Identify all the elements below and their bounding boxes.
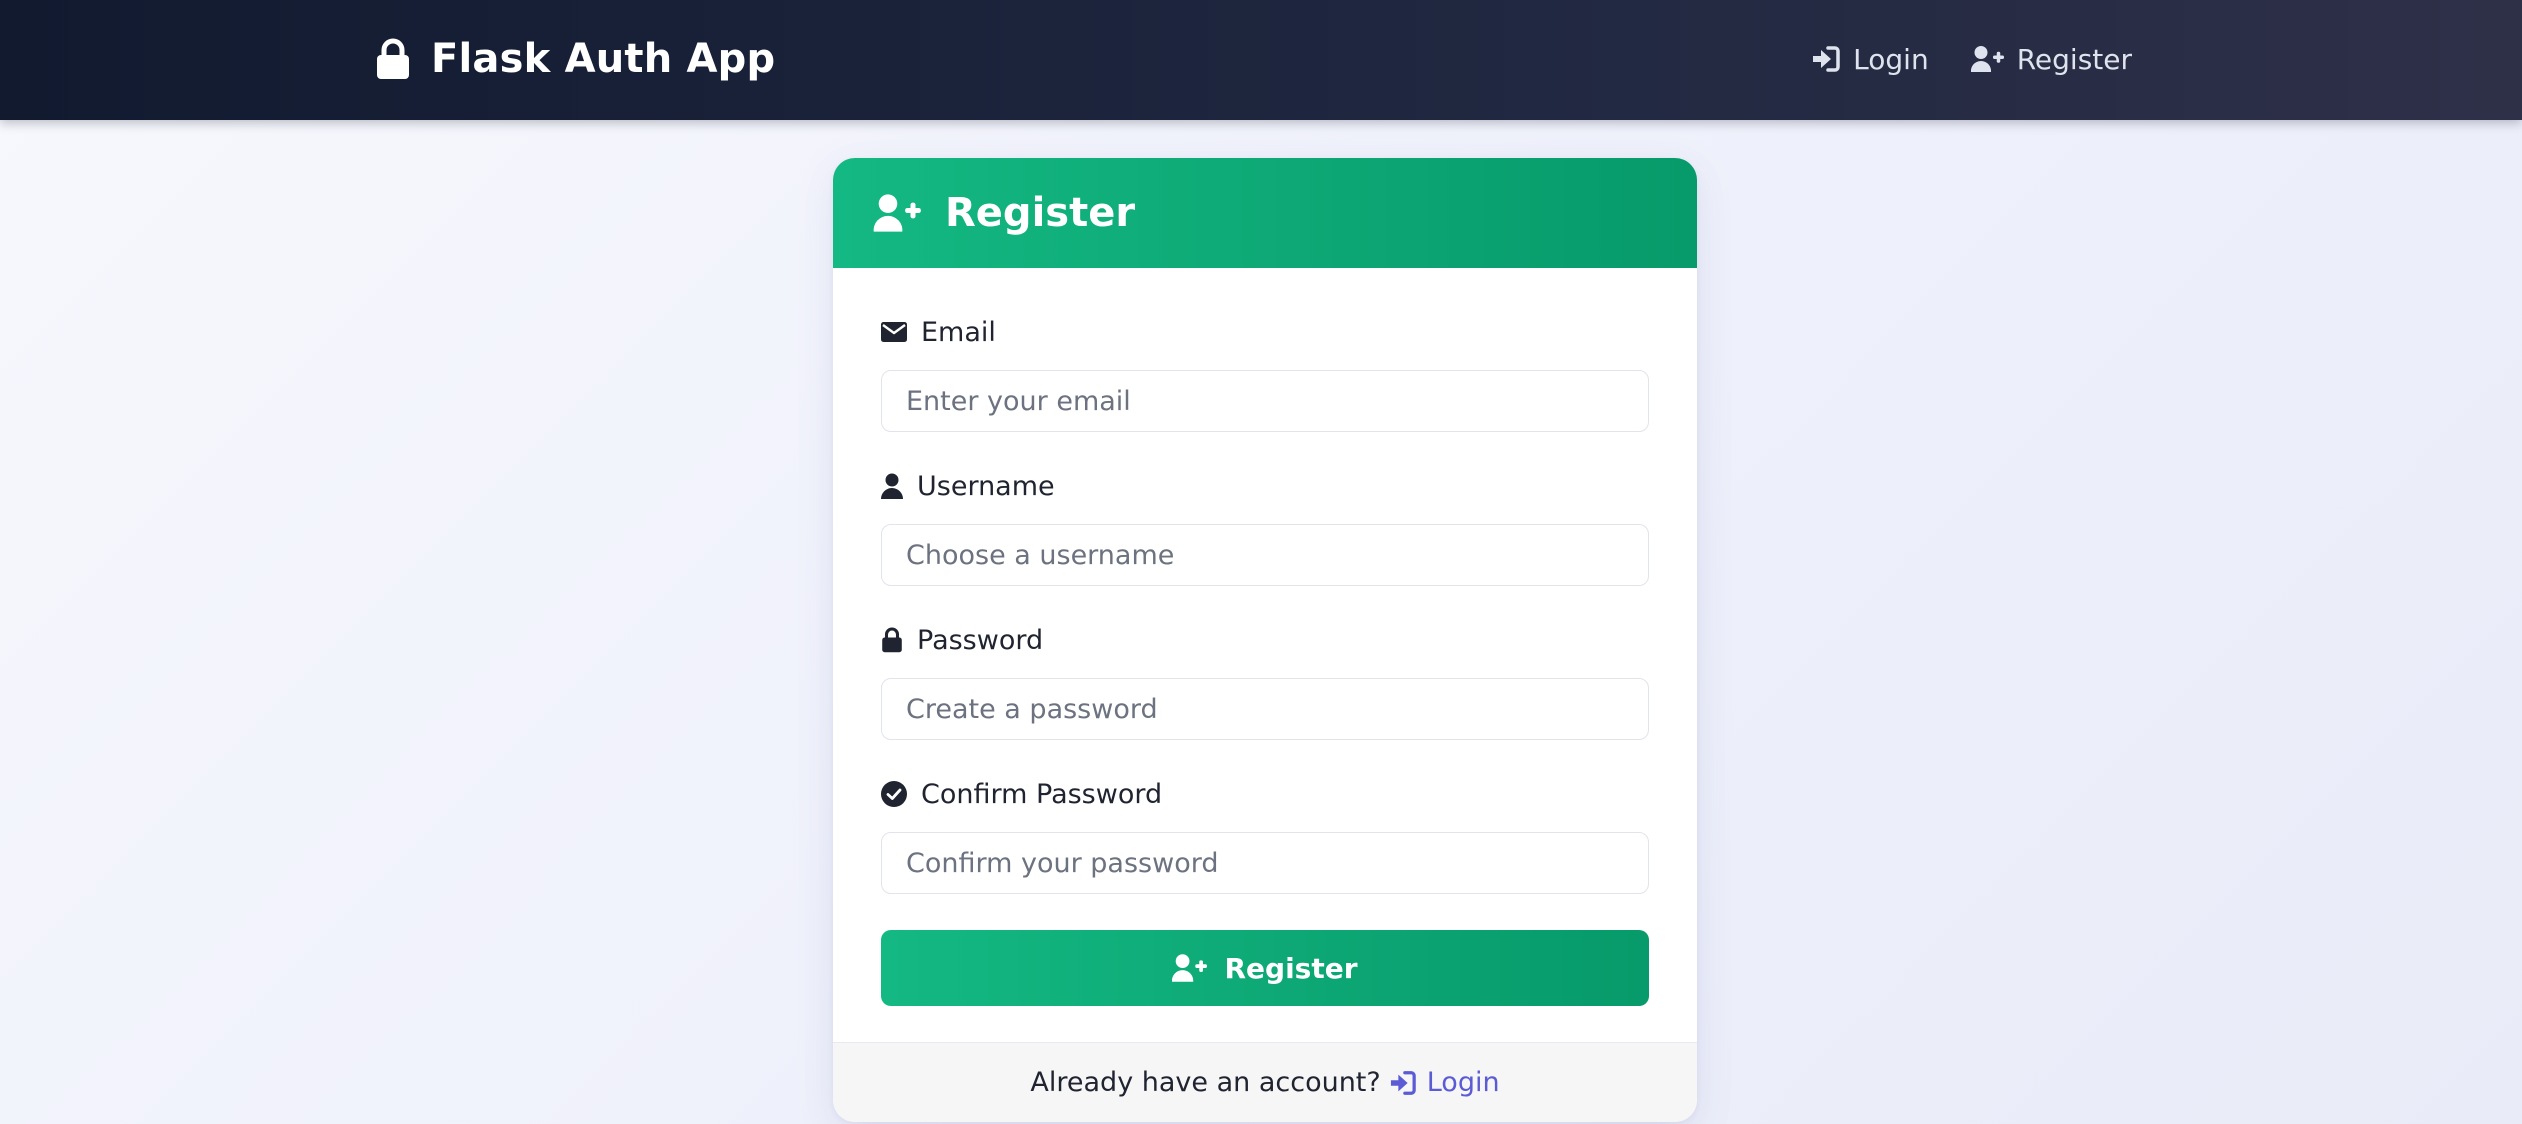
user-plus-icon: [873, 193, 923, 233]
username-input[interactable]: [881, 524, 1649, 586]
password-label: Password: [881, 622, 1649, 658]
email-input[interactable]: [881, 370, 1649, 432]
register-form: Email Username: [833, 268, 1697, 1006]
card-header: Register: [833, 158, 1697, 268]
user-plus-icon: [1970, 45, 2005, 73]
password-field-group: Password: [881, 622, 1649, 740]
username-label-text: Username: [917, 470, 1055, 502]
register-submit-label: Register: [1224, 951, 1358, 985]
password-label-text: Password: [917, 624, 1044, 656]
nav-login-label: Login: [1853, 42, 1929, 76]
username-label: Username: [881, 468, 1649, 504]
nav-login-link[interactable]: Login: [1811, 43, 1929, 76]
footer-text: Already have an account?: [1030, 1067, 1381, 1098]
nav-register-label: Register: [2016, 42, 2132, 76]
brand-title: Flask Auth App: [431, 36, 776, 82]
sign-in-icon: [1389, 1070, 1417, 1096]
card-title: Register: [945, 190, 1136, 236]
user-icon: [881, 473, 903, 499]
email-label-text: Email: [921, 316, 996, 348]
check-circle-icon: [881, 781, 907, 807]
card-footer: Already have an account? Login: [833, 1042, 1697, 1122]
username-field-group: Username: [881, 468, 1649, 586]
confirm-password-field-group: Confirm Password: [881, 776, 1649, 894]
confirm-password-input[interactable]: [881, 832, 1649, 894]
footer-login-label: Login: [1426, 1067, 1500, 1098]
password-input[interactable]: [881, 678, 1649, 740]
confirm-password-label-text: Confirm Password: [921, 778, 1163, 810]
sign-in-icon: [1811, 45, 1841, 73]
nav-links: Login Register: [1811, 36, 2132, 82]
brand-link[interactable]: Flask Auth App: [375, 30, 775, 88]
nav-register-link[interactable]: Register: [1970, 42, 2132, 76]
user-plus-icon: [1172, 953, 1208, 983]
navbar: Flask Auth App Login Register: [0, 0, 2522, 120]
register-card: Register Email Enter your email Username…: [833, 158, 1697, 1122]
email-field-group: Email: [881, 314, 1649, 432]
register-submit-button[interactable]: Register: [881, 930, 1649, 1006]
confirm-password-label: Confirm Password: [881, 776, 1649, 812]
email-label: Email: [881, 314, 1649, 350]
envelope-icon: [881, 322, 907, 342]
footer-login-link[interactable]: Login: [1389, 1067, 1500, 1098]
lock-icon: [375, 38, 411, 80]
lock-icon: [881, 627, 903, 653]
